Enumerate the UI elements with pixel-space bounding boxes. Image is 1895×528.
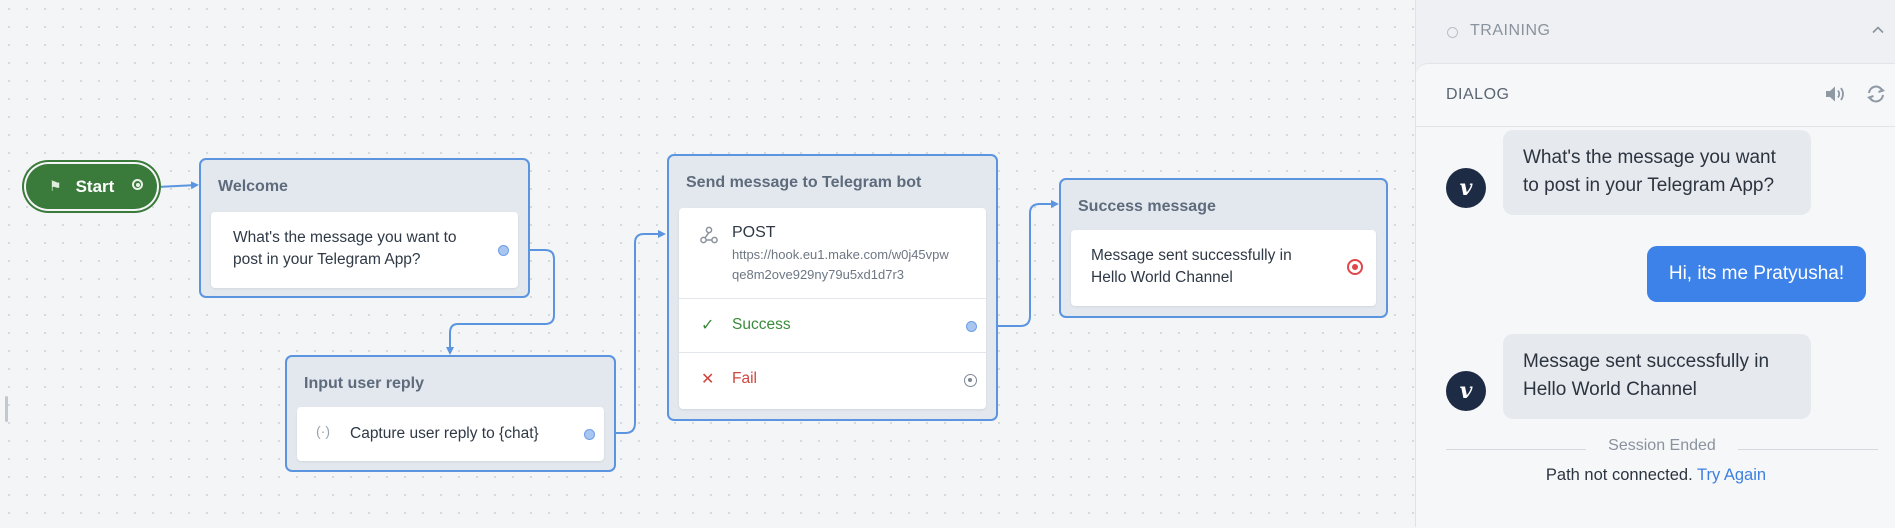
line-start-to-welcome bbox=[156, 181, 199, 190]
fail-port[interactable] bbox=[964, 374, 977, 387]
bot-message-bubble: What's the message you want to post in y… bbox=[1503, 130, 1811, 215]
end-port[interactable] bbox=[1347, 259, 1363, 275]
block-title: Success message bbox=[1078, 198, 1216, 215]
session-ended-divider: Session Ended bbox=[1446, 437, 1878, 461]
divider bbox=[679, 352, 986, 353]
bot-avatar: v bbox=[1446, 168, 1486, 208]
success-message-block[interactable]: Success message Message sent successfull… bbox=[1059, 178, 1388, 318]
bot-message-text: What's the message you want to post in y… bbox=[1523, 147, 1776, 196]
http-method: POST bbox=[732, 224, 776, 241]
message-card[interactable]: Message sent successfully in Hello World… bbox=[1071, 230, 1376, 306]
success-path-label: Success bbox=[732, 316, 791, 333]
block-title: Send message to Telegram bot bbox=[686, 174, 922, 191]
success-port[interactable] bbox=[966, 321, 977, 332]
message-text: Message sent successfully in Hello World… bbox=[1091, 247, 1292, 286]
dialog-header: DIALOG bbox=[1416, 64, 1895, 127]
webhook-url-line2: qe8m2ove929ny79u5xd1d7r3 bbox=[732, 267, 905, 282]
status-circle-icon bbox=[1447, 27, 1458, 38]
block-title: Welcome bbox=[218, 178, 288, 195]
output-port[interactable] bbox=[498, 245, 509, 256]
bot-message-text: Message sent successfully in Hello World… bbox=[1523, 351, 1770, 400]
message-text: What's the message you want to post in y… bbox=[233, 229, 457, 268]
test-panel: TRAINING DIALOG v What's the message you… bbox=[1415, 0, 1895, 528]
training-bar[interactable]: TRAINING bbox=[1416, 0, 1895, 63]
path-not-connected-text: Path not connected. bbox=[1545, 466, 1693, 484]
chevron-up-icon[interactable] bbox=[1870, 22, 1886, 38]
capture-card[interactable]: (·) Capture user reply to {chat} bbox=[297, 407, 604, 461]
bot-message-bubble: Message sent successfully in Hello World… bbox=[1503, 334, 1811, 419]
webhook-url-line1: https://hook.eu1.make.com/w0j45vpw bbox=[732, 247, 949, 262]
user-message-text: Hi, its me Pratyusha! bbox=[1668, 263, 1845, 284]
capture-icon: (·) bbox=[316, 423, 330, 439]
fail-path-label: Fail bbox=[732, 370, 757, 387]
welcome-block[interactable]: Welcome What's the message you want to p… bbox=[199, 158, 530, 298]
speaker-icon[interactable] bbox=[1824, 84, 1848, 104]
divider bbox=[679, 298, 986, 299]
flow-canvas[interactable]: ⚑ Start Welcome What's the message you w… bbox=[0, 0, 1415, 527]
start-label: Start bbox=[75, 176, 115, 196]
flag-icon: ⚑ bbox=[49, 178, 62, 194]
x-icon: ✕ bbox=[701, 371, 715, 388]
refresh-icon[interactable] bbox=[1865, 83, 1887, 105]
check-icon: ✓ bbox=[701, 317, 715, 334]
input-user-reply-block[interactable]: Input user reply (·) Capture user reply … bbox=[285, 355, 616, 472]
session-ended-label: Session Ended bbox=[1608, 437, 1716, 454]
message-card[interactable]: What's the message you want to post in y… bbox=[211, 212, 518, 288]
training-label: TRAINING bbox=[1470, 22, 1551, 39]
send-telegram-block[interactable]: Send message to Telegram bot POST https:… bbox=[667, 154, 998, 421]
start-node[interactable]: ⚑ Start bbox=[26, 164, 157, 209]
output-port[interactable] bbox=[584, 429, 595, 440]
session-status: Path not connected. Try Again bbox=[1416, 466, 1895, 485]
capture-text: Capture user reply to {chat} bbox=[350, 425, 539, 442]
try-again-link[interactable]: Try Again bbox=[1697, 466, 1766, 484]
bot-avatar: v bbox=[1446, 371, 1486, 411]
dialog-title: DIALOG bbox=[1446, 86, 1510, 103]
start-port[interactable] bbox=[132, 179, 143, 190]
canvas-resize-handle[interactable] bbox=[5, 396, 8, 422]
user-message-bubble: Hi, its me Pratyusha! bbox=[1647, 246, 1866, 302]
api-card[interactable]: POST https://hook.eu1.make.com/w0j45vpw … bbox=[679, 208, 986, 409]
block-title: Input user reply bbox=[304, 375, 425, 392]
webhook-icon bbox=[700, 226, 718, 244]
